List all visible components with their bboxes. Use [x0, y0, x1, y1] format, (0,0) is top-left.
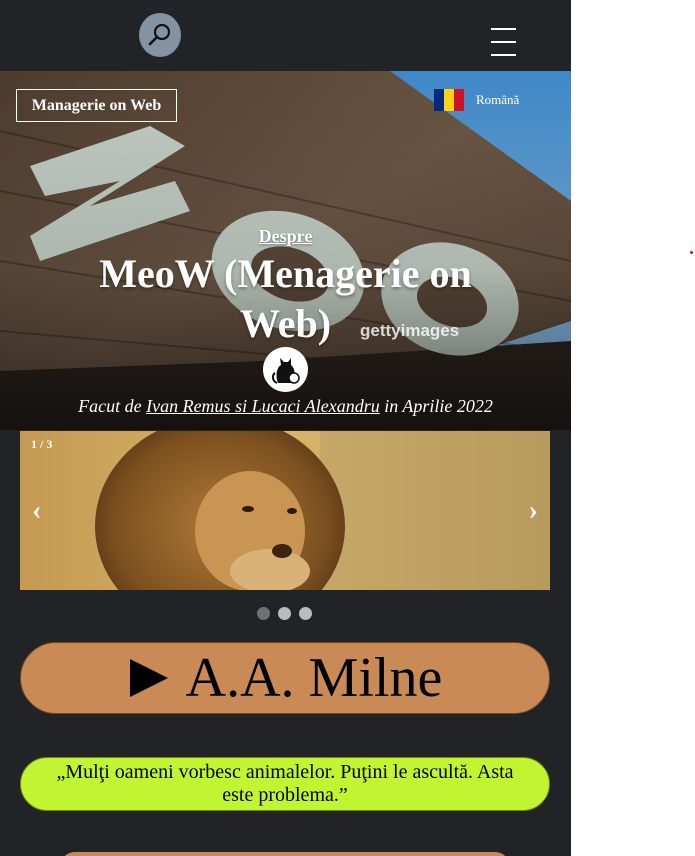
slide-dot-2[interactable] [278, 607, 291, 620]
credit-prefix: Facut de [78, 396, 142, 416]
page-title: MeoW (Menagerie on Web) [99, 251, 472, 346]
language-label: Română [476, 92, 520, 107]
quote-text: „Mulţi oameni vorbesc animalelor. Puţini… [20, 757, 550, 811]
lion-slide-image [20, 431, 550, 590]
previous-slide-button[interactable]: ‹ [32, 497, 41, 525]
search-icon [148, 23, 171, 46]
slide-counter: 1 / 3 [31, 437, 53, 451]
slide-indicators [257, 607, 312, 620]
image-slideshow: 1 / 3 ‹ › [20, 431, 550, 590]
search-button[interactable] [139, 13, 181, 57]
top-bar [0, 0, 571, 71]
author-name: A.A. Milne [185, 647, 443, 709]
next-section-card [60, 852, 510, 856]
app-frame: gettyimages Managerie on Web Română Desp… [0, 0, 571, 856]
romania-flag-icon [434, 89, 464, 111]
slide-dot-3[interactable] [299, 607, 312, 620]
cat-logo-icon [263, 347, 308, 392]
next-slide-button[interactable]: › [529, 497, 538, 525]
hero-banner: gettyimages Managerie on Web Română Desp… [0, 71, 571, 430]
author-credit: Facut de Ivan Remus si Lucaci Alexandru … [0, 395, 571, 418]
hero-heading: Despre MeoW (Menagerie on Web) [0, 226, 571, 349]
authors-link[interactable]: Ivan Remus si Lucaci Alexandru [146, 396, 380, 416]
slide-dot-1[interactable] [257, 607, 270, 620]
credit-suffix: in Aprilie 2022 [384, 396, 493, 416]
stray-marker [690, 251, 693, 254]
hamburger-menu-icon[interactable] [491, 28, 516, 56]
play-quote-audio-button[interactable]: A.A. Milne [20, 642, 550, 714]
brand-logo-button[interactable]: Managerie on Web [16, 89, 177, 122]
language-selector[interactable]: Română [434, 89, 519, 111]
play-icon [129, 659, 168, 697]
about-link[interactable]: Despre [259, 226, 313, 247]
